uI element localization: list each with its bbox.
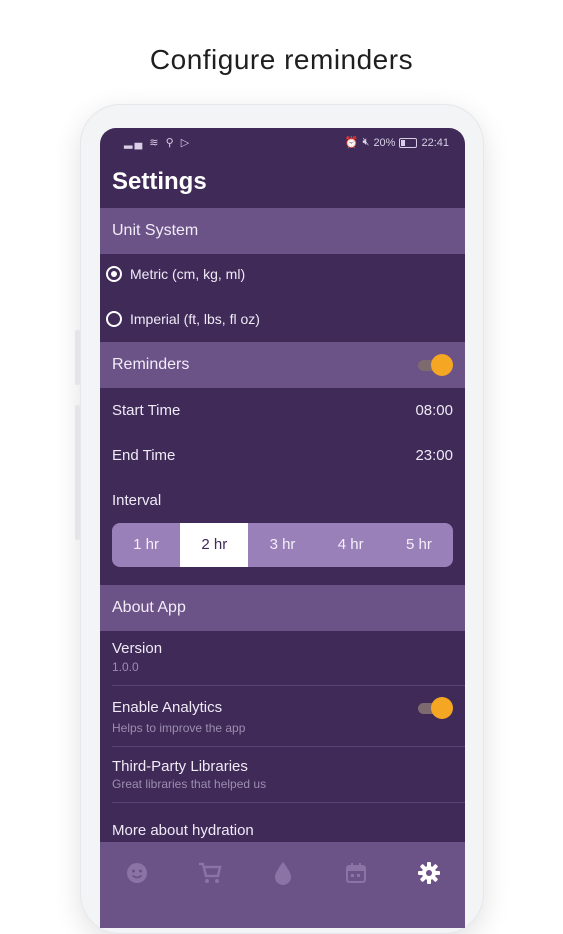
divider [112,685,465,686]
more-hydration-row[interactable]: More about hydration [100,822,465,839]
section-label: Unit System [112,222,199,239]
divider [112,802,465,803]
interval-option-2hr[interactable]: 2 hr [180,523,249,567]
phone-side-button [75,405,80,540]
drop-icon [274,862,291,885]
divider [112,746,465,747]
reminders-toggle[interactable] [418,354,453,376]
bottom-nav [100,842,465,928]
status-left-icons: ▂▄ ≋ ⚲ ▷ [124,137,192,149]
version-title: Version [112,640,163,657]
interval-option-1hr[interactable]: 1 hr [112,523,180,567]
cart-icon [198,862,221,883]
analytics-title: Enable Analytics [112,699,223,716]
version-value: 1.0.0 [112,660,139,674]
libraries-subtitle: Great libraries that helped us [112,777,267,791]
gear-icon [417,862,440,884]
libraries-row[interactable]: Third-Party Libraries Great libraries th… [100,758,465,791]
mute-icon: 🔇︎ [362,136,370,148]
analytics-row[interactable]: Enable Analytics Helps to improve the ap… [100,699,465,735]
start-time-label: Start Time [112,402,181,419]
radio-unchecked-icon [106,311,122,327]
section-unit-system: Unit System [100,208,465,254]
radio-imperial[interactable]: Imperial (ft, lbs, fl oz) [106,311,260,327]
battery-icon [399,137,418,148]
end-time-value: 23:00 [415,447,453,464]
analytics-toggle[interactable] [418,697,453,719]
status-time: 22:41 [421,136,449,149]
interval-option-4hr[interactable]: 4 hr [317,523,385,567]
version-row: Version 1.0.0 [100,640,465,674]
nav-profile[interactable] [122,858,152,888]
radio-metric[interactable]: Metric (cm, kg, ml) [106,266,245,282]
end-time-row[interactable]: End Time 23:00 [100,447,465,467]
interval-selector: 1 hr 2 hr 3 hr 4 hr 5 hr [112,523,453,567]
toggle-knob [431,697,453,719]
end-time-label: End Time [112,447,176,464]
libraries-title: Third-Party Libraries [112,758,248,775]
radio-checked-icon [106,266,122,282]
radio-label: Metric (cm, kg, ml) [130,266,246,282]
app-screen: ▂▄ ≋ ⚲ ▷ ⏰ 🔇︎ 20% 22:41 Settings Unit Sy… [100,128,465,928]
nav-shop[interactable] [195,858,225,888]
section-reminders: Reminders [100,342,465,388]
phone-side-button [75,330,80,385]
interval-label-row: Interval [100,492,465,512]
section-about: About App [100,585,465,631]
analytics-subtitle: Helps to improve the app [112,721,246,735]
caption-title: Configure reminders [149,44,414,75]
radio-label: Imperial (ft, lbs, fl oz) [130,311,260,327]
calendar-icon [345,863,366,883]
section-label: About App [112,599,186,616]
nav-settings[interactable] [414,858,444,888]
more-hydration-title: More about hydration [112,822,254,839]
nav-water[interactable] [268,858,298,888]
status-right: ⏰ 🔇︎ 20% 22:41 [345,136,449,149]
status-bar: ▂▄ ≋ ⚲ ▷ ⏰ 🔇︎ 20% 22:41 [100,134,465,152]
face-icon [126,863,147,883]
start-time-row[interactable]: Start Time 08:00 [100,402,465,422]
nav-history[interactable] [341,858,371,888]
battery-percent: 20% [373,136,396,149]
page-title: Settings [112,168,207,195]
interval-option-3hr[interactable]: 3 hr [248,523,316,567]
section-label: Reminders [112,356,190,373]
start-time-value: 08:00 [415,402,453,419]
interval-label: Interval [112,492,162,509]
alarm-icon: ⏰ [344,137,359,149]
interval-option-5hr[interactable]: 5 hr [385,523,453,567]
toggle-knob [431,354,453,376]
